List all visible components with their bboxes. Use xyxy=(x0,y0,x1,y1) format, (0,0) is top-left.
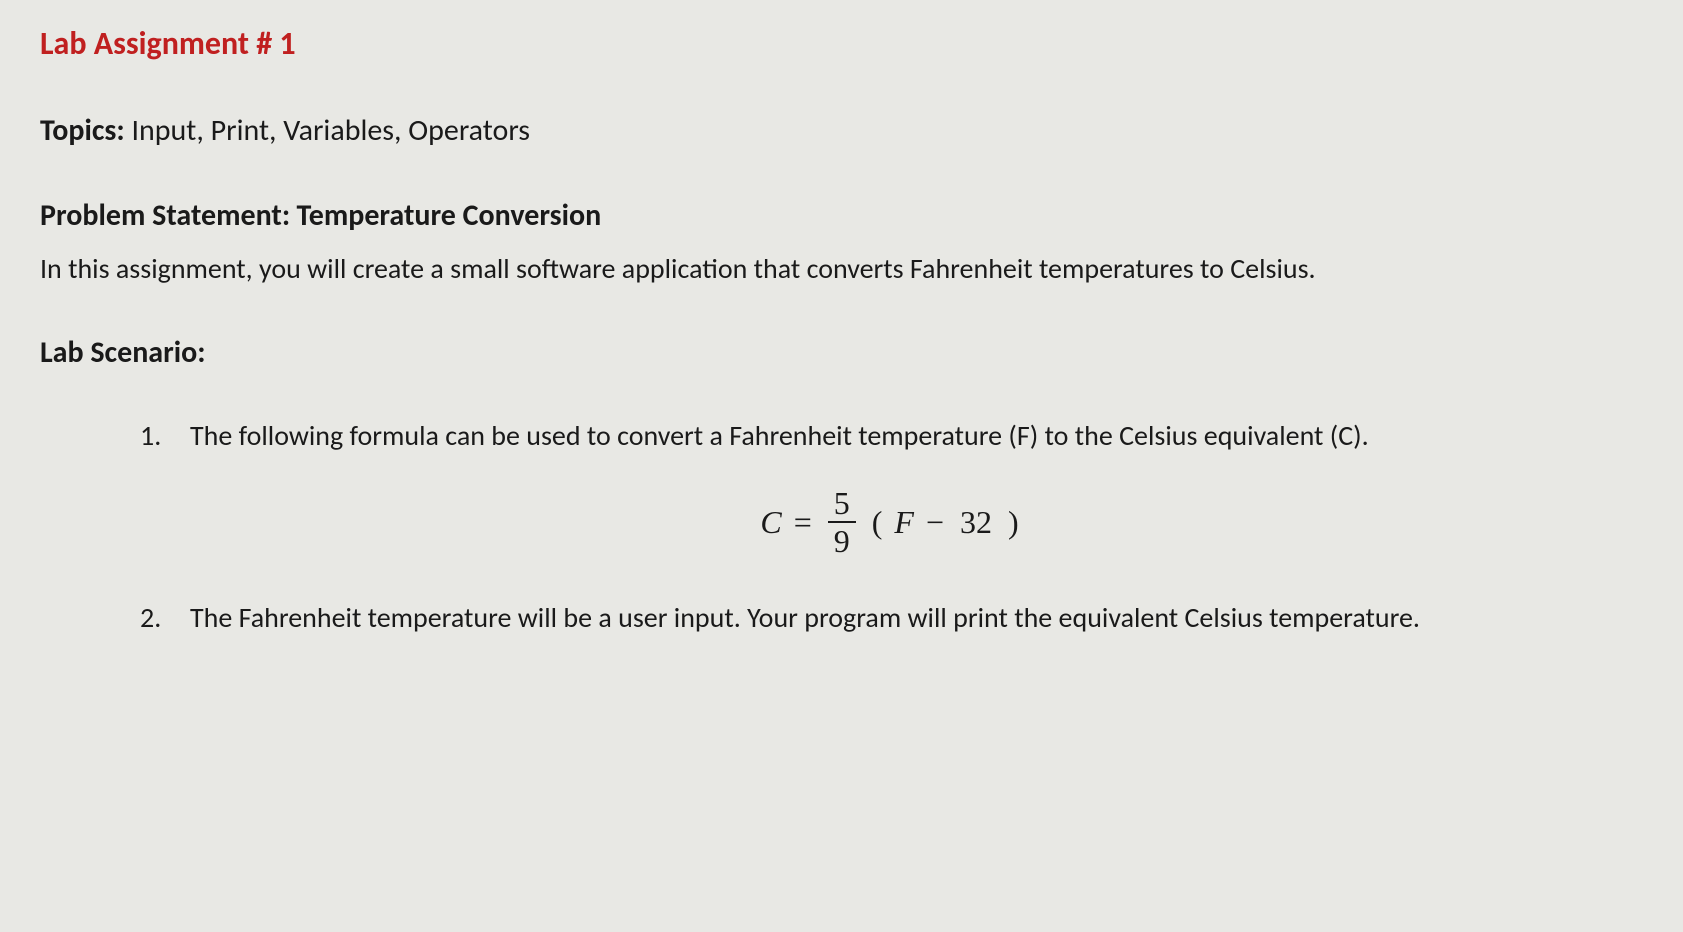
list-item: 2. The Fahrenheit temperature will be a … xyxy=(140,597,1643,639)
formula-rparen: ) xyxy=(1008,498,1019,546)
list-text: The following formula can be used to con… xyxy=(190,415,1369,457)
problem-heading: Problem Statement: Temperature Conversio… xyxy=(40,193,1643,238)
list-number: 1. xyxy=(140,415,170,457)
conversion-formula: C = 5 9 (F − 32) xyxy=(140,487,1643,557)
scenario-list: 1. The following formula can be used to … xyxy=(40,415,1643,639)
list-number: 2. xyxy=(140,597,170,639)
formula-lhs: C xyxy=(760,498,781,546)
formula-minus: − xyxy=(926,498,944,546)
list-item: 1. The following formula can be used to … xyxy=(140,415,1643,457)
formula-const: 32 xyxy=(960,498,992,546)
formula-fraction: 5 9 xyxy=(828,487,856,557)
formula-var-f: F xyxy=(894,498,914,546)
topics-line: Topics: Input, Print, Variables, Operato… xyxy=(40,108,1643,153)
problem-label: Problem Statement: xyxy=(40,197,290,234)
fraction-numerator: 5 xyxy=(828,487,856,523)
assignment-title: Lab Assignment # 1 xyxy=(40,20,1643,68)
list-text: The Fahrenheit temperature will be a use… xyxy=(190,597,1420,639)
topics-value: Input, Print, Variables, Operators xyxy=(131,112,530,149)
problem-title: Temperature Conversion xyxy=(296,197,601,234)
formula-equals: = xyxy=(794,498,812,546)
scenario-label: Lab Scenario: xyxy=(40,330,1643,375)
problem-description: In this assignment, you will create a sm… xyxy=(40,248,1643,290)
fraction-denominator: 9 xyxy=(828,523,856,557)
formula-lparen: ( xyxy=(872,498,883,546)
topics-label: Topics: xyxy=(40,112,125,149)
